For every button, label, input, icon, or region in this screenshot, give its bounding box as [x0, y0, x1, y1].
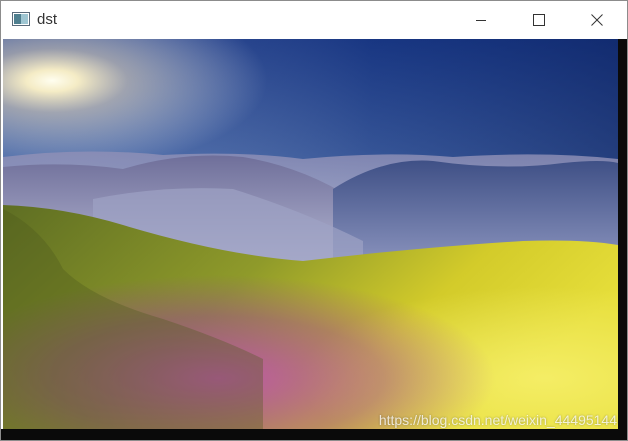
minimize-icon [475, 14, 487, 26]
window-title: dst [37, 11, 58, 28]
landscape-photo: https://blog.csdn.net/weixin_44495144 [3, 39, 618, 429]
watermark-text: https://blog.csdn.net/weixin_44495144 [378, 412, 617, 428]
maximize-icon [533, 14, 545, 26]
window-app-icon [12, 12, 30, 26]
maximize-button[interactable] [510, 1, 568, 39]
landscape-photo-graphic [3, 39, 618, 429]
minimize-button[interactable] [452, 1, 510, 39]
image-border-bottom [1, 429, 627, 440]
image-border-right [618, 39, 627, 429]
title-bar[interactable]: dst [1, 1, 627, 39]
image-window: dst https://blog.csdn.net/weixin_4449514… [0, 0, 628, 441]
close-icon [591, 14, 603, 26]
close-button[interactable] [568, 1, 626, 39]
